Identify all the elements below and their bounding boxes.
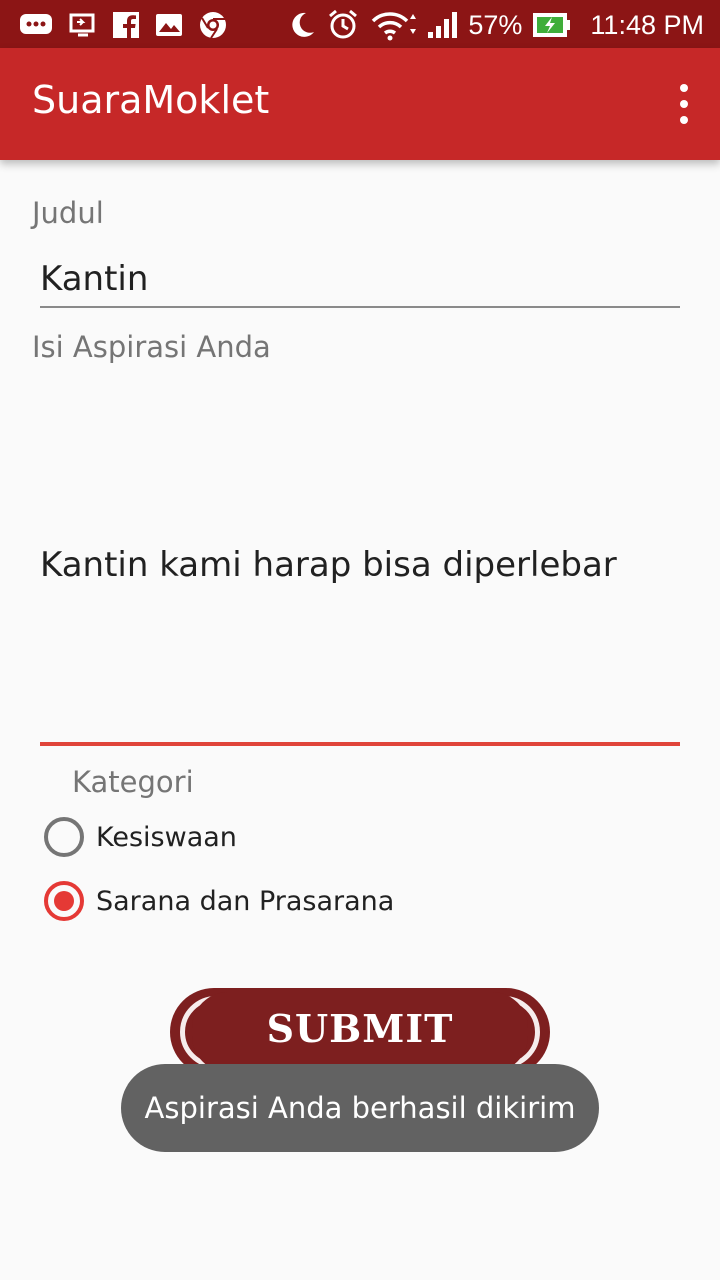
title-label: Judul [32,196,104,230]
facebook-icon [113,12,139,39]
wifi-icon [372,12,417,41]
alarm-icon [329,9,358,39]
title-input[interactable]: Kantin [40,259,148,299]
chrome-icon [200,12,226,39]
radio-button-checked[interactable] [44,881,84,921]
message-icon [20,14,52,34]
status-bar: 57% 11:48 PM [0,0,720,48]
app-bar: SuaraMoklet [0,48,720,160]
toast-message: Aspirasi Anda berhasil dikirim [121,1064,599,1152]
category-label: Kategori [72,765,194,799]
cast-icon [69,13,95,37]
radio-sarana-prasarana[interactable]: Sarana dan Prasarana [44,881,394,921]
gallery-icon [156,14,182,36]
submit-button[interactable]: SUBMIT [170,988,550,1076]
content-input-underline [40,742,680,746]
battery-charging-icon [533,13,571,37]
battery-percent: 57% [468,9,523,40]
radio-label: Kesiswaan [96,821,237,853]
title-input-underline [40,306,680,308]
signal-icon [428,12,458,38]
submit-label: SUBMIT [266,1006,454,1051]
radio-kesiswaan[interactable]: Kesiswaan [44,817,237,857]
more-vert-icon[interactable] [674,84,694,124]
app-title: SuaraMoklet [32,78,270,122]
moon-icon [292,12,315,37]
radio-label: Sarana dan Prasarana [96,885,395,917]
clock: 11:48 PM [590,9,704,40]
content-input[interactable]: Kantin kami harap bisa diperlebar [40,545,617,585]
radio-button[interactable] [44,817,84,857]
content-label: Isi Aspirasi Anda [32,330,271,364]
